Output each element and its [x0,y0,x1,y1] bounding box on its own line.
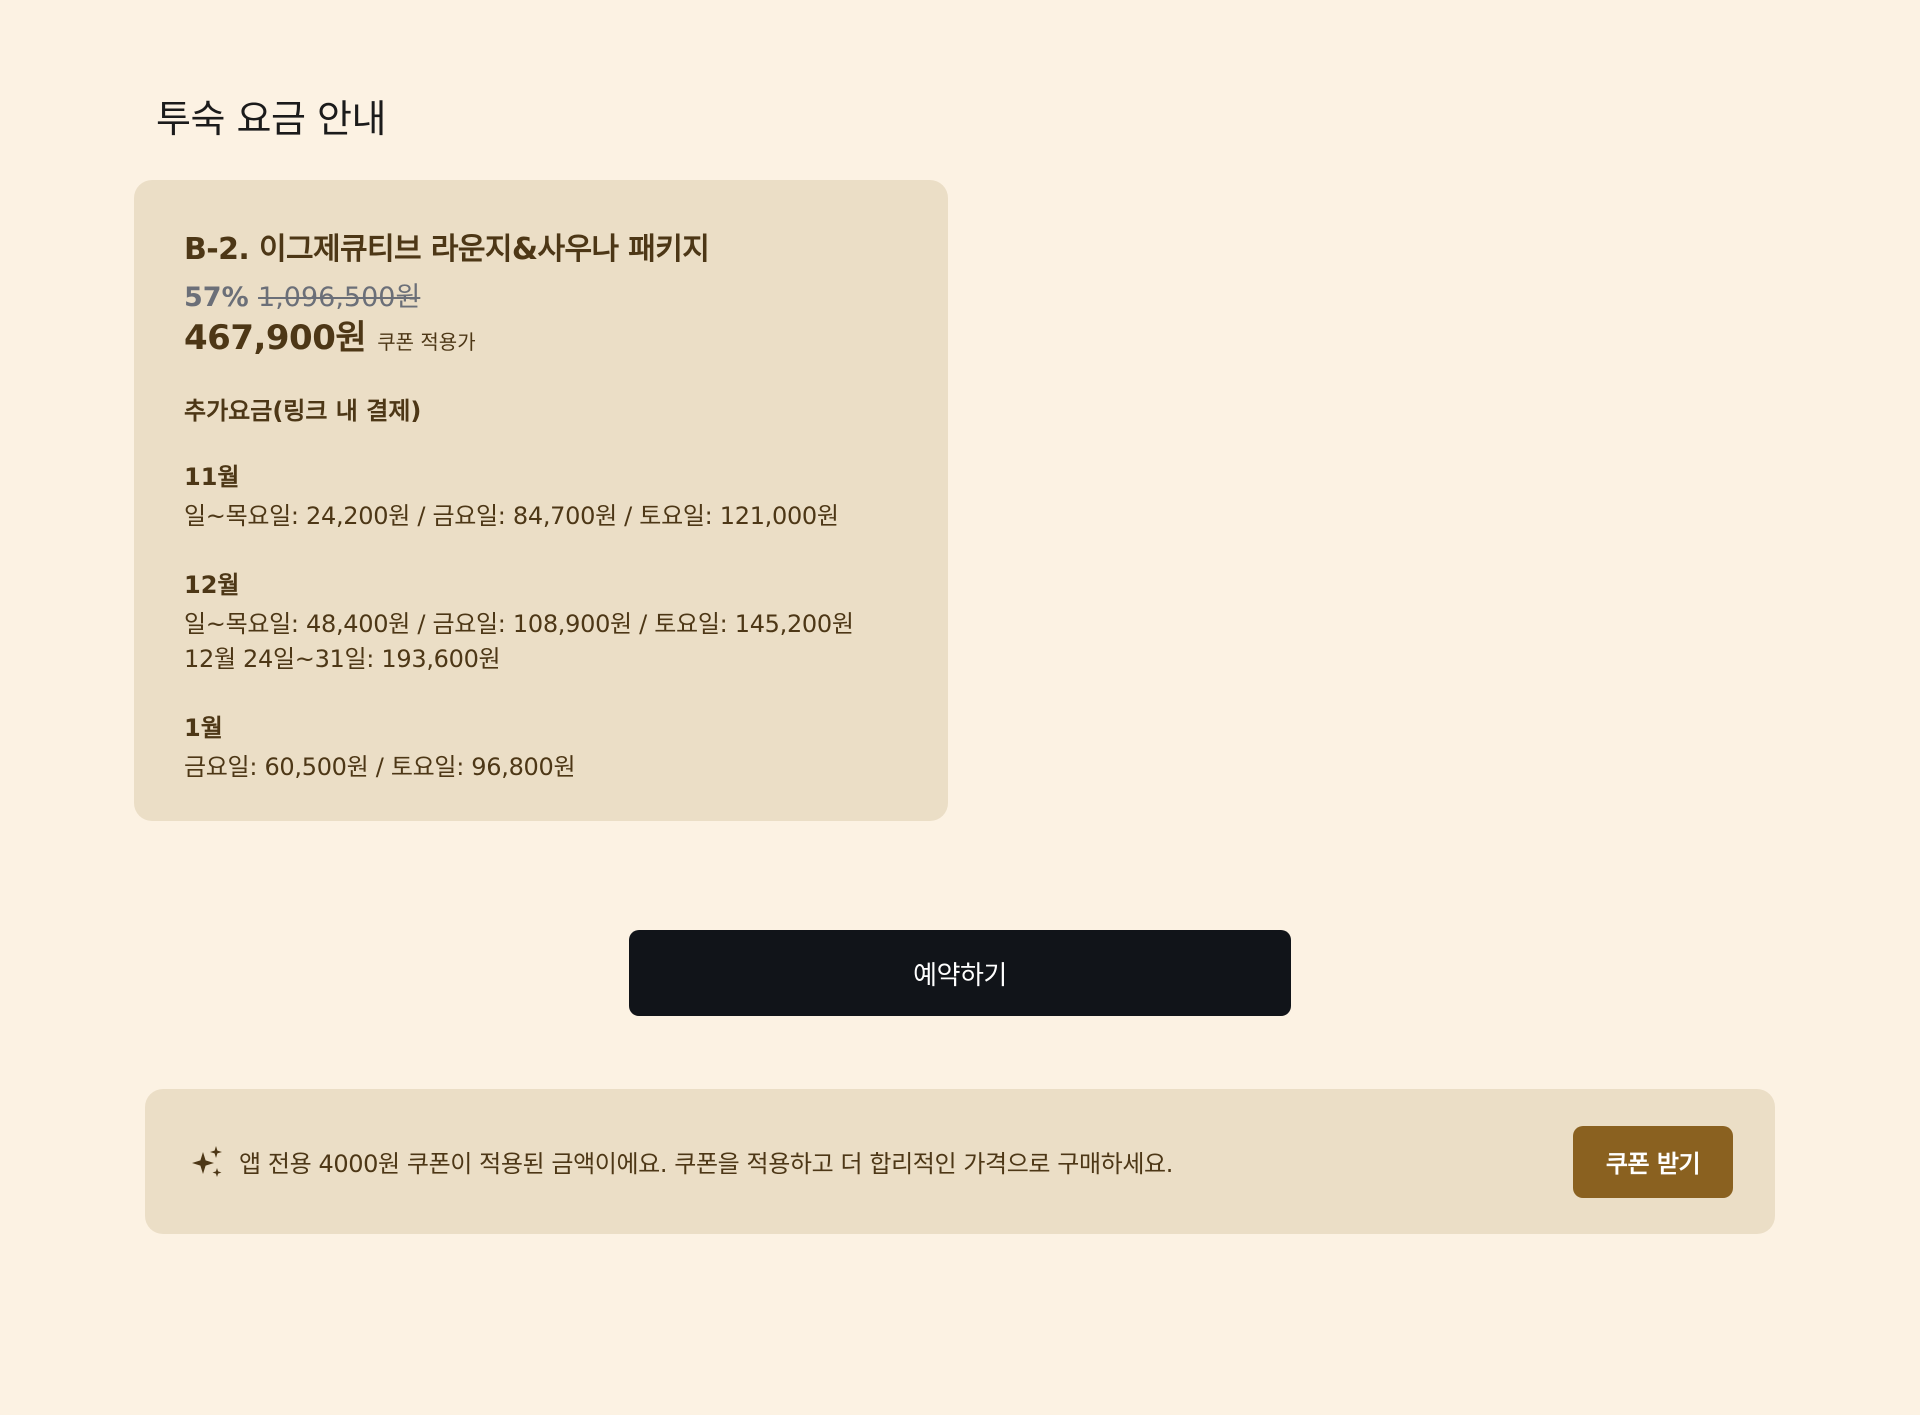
coupon-message: 앱 전용 4000원 쿠폰이 적용된 금액이에요. 쿠폰을 적용하고 더 합리적… [239,1150,1173,1178]
final-price: 467,900원 [184,318,367,359]
get-coupon-button[interactable]: 쿠폰 받기 [1573,1125,1733,1198]
reserve-button[interactable]: 예약하기 [629,930,1291,1016]
fee-line: 12월 24일~31일: 193,600원 [184,645,501,674]
price-card: B-2. 이그제큐티브 라운지&사우나 패키지 57% 1,096,500원 4… [134,180,948,821]
month-label: 11월 [184,463,240,492]
coupon-banner: 앱 전용 4000원 쿠폰이 적용된 금액이에요. 쿠폰을 적용하고 더 합리적… [145,1089,1775,1234]
discount-percent: 57% [184,282,249,313]
page-title: 투숙 요금 안내 [156,97,386,141]
discount-row: 57% 1,096,500원 [184,282,898,314]
month-label: 12월 [184,571,240,600]
final-price-row: 467,900원 쿠폰 적용가 [184,318,898,359]
coupon-price-note: 쿠폰 적용가 [377,330,476,355]
original-price: 1,096,500원 [258,282,421,313]
fee-line: 일~목요일: 24,200원 / 금요일: 84,700원 / 토요일: 121… [184,502,839,531]
month-block-january: 1월 금요일: 60,500원 / 토요일: 96,800원 [184,713,898,785]
extra-fee-heading: 추가요금(링크 내 결제) [184,397,422,426]
fee-line: 일~목요일: 48,400원 / 금요일: 108,900원 / 토요일: 14… [184,610,854,639]
fee-line: 금요일: 60,500원 / 토요일: 96,800원 [184,753,576,782]
month-block-december: 12월 일~목요일: 48,400원 / 금요일: 108,900원 / 토요일… [184,570,898,677]
package-name: B-2. 이그제큐티브 라운지&사우나 패키지 [184,232,710,267]
month-label: 1월 [184,713,223,742]
sparkle-icon [192,1145,222,1177]
month-block-november: 11월 일~목요일: 24,200원 / 금요일: 84,700원 / 토요일:… [184,462,898,534]
